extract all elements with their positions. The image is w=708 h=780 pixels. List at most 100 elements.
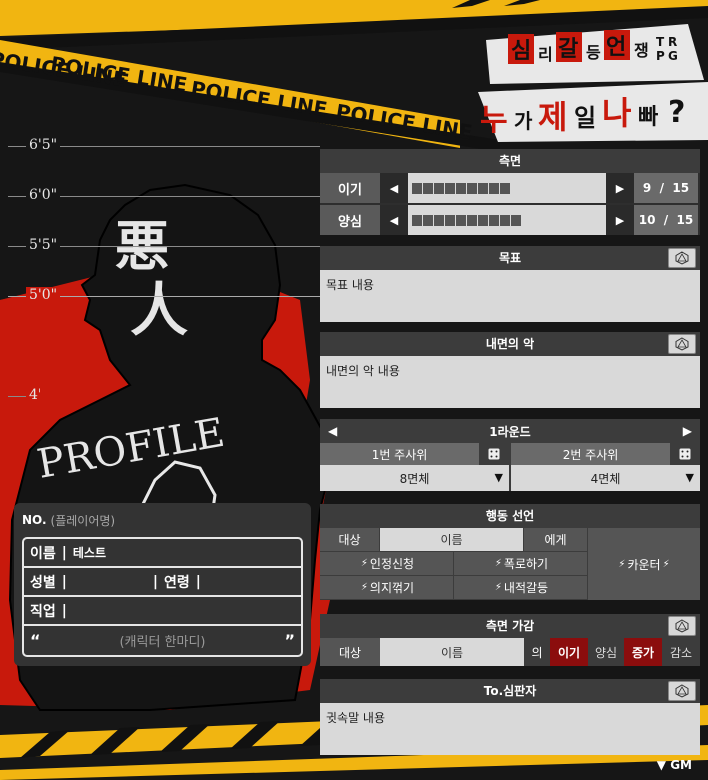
gauge-segment bbox=[456, 214, 466, 226]
goal-panel: 목표 목표 내용 bbox=[320, 246, 700, 322]
gauge-segment bbox=[423, 214, 433, 226]
arrow-right-icon[interactable]: ▶ bbox=[606, 205, 634, 235]
height-label: 4'0" bbox=[26, 387, 40, 403]
bolt-icon: ⚡ bbox=[618, 558, 626, 570]
arrow-right-icon[interactable]: ▶ bbox=[683, 424, 692, 438]
svg-text:제: 제 bbox=[538, 98, 567, 136]
conscience-gauge bbox=[408, 205, 606, 235]
quote-input[interactable]: (캐릭터 한마디) bbox=[119, 631, 205, 650]
height-label: 5'5" bbox=[26, 237, 61, 253]
name-row: 이름 | 테스트 bbox=[24, 539, 301, 568]
dice2-value: 4면체 bbox=[590, 471, 621, 486]
counter-button[interactable]: ⚡ 카운터 ⚡ bbox=[588, 528, 700, 600]
inner-evil-header: 내면의 악 bbox=[320, 332, 700, 356]
svg-text:갈: 갈 bbox=[558, 37, 578, 62]
d20-icon[interactable] bbox=[668, 681, 696, 701]
goal-header: 목표 bbox=[320, 246, 700, 270]
dice1-label: 1번 주사위 bbox=[371, 447, 428, 462]
action-header: 행동 선언 bbox=[320, 504, 700, 528]
judge-header: To.심판자 bbox=[320, 679, 700, 703]
gauge-segment bbox=[423, 182, 433, 194]
gauge-segment bbox=[412, 182, 422, 194]
bolt-icon: ⚡ bbox=[360, 582, 368, 593]
action-panel: 행동 선언 대상 이름 에게 ⚡ 인정신청 ⚡ 폭로하기 ⚡ 의지꺾기 ⚡ 내적갈등 ⚡… bbox=[320, 504, 700, 600]
player-line: NO. (플레이어명) bbox=[22, 509, 303, 531]
name-label: 이름 bbox=[30, 545, 56, 562]
bolt-icon: ⚡ bbox=[494, 558, 502, 569]
expose-button[interactable]: ⚡ 폭로하기 bbox=[454, 552, 588, 576]
gauge-segment bbox=[500, 182, 510, 194]
bolt-icon: ⚡ bbox=[360, 558, 368, 569]
stat-value: 9 / 15 bbox=[634, 173, 698, 203]
gauge-segment bbox=[478, 214, 488, 226]
decrease-option[interactable]: 감소 bbox=[662, 638, 700, 666]
gm-label: GM bbox=[670, 758, 692, 772]
gauge-segment bbox=[434, 214, 444, 226]
gauge-segment bbox=[489, 182, 499, 194]
svg-text:심: 심 bbox=[511, 39, 531, 64]
d20-icon[interactable] bbox=[668, 334, 696, 354]
height-label: 5'0" bbox=[26, 287, 61, 303]
svg-text:빠: 빠 bbox=[638, 105, 658, 130]
game-logo: 심 리 갈 등 언 쟁 T R P G 누 가 제 일 나 빠 ? bbox=[478, 22, 708, 142]
action-target-label: 대상 bbox=[320, 528, 380, 552]
ego-gauge bbox=[408, 173, 606, 203]
dice-grid: 1번 주사위 8면체 ▼ 2번 주사위 4면체 ▼ bbox=[320, 443, 700, 491]
bolt-icon: ⚡ bbox=[494, 582, 502, 593]
gm-toggle[interactable]: ▼ GM bbox=[657, 758, 692, 772]
dice1-select[interactable]: 8면체 ▼ bbox=[320, 465, 509, 491]
profile-card: NO. (플레이어명) 이름 | 테스트 성별 | | 연령 | 직업 | “ … bbox=[14, 503, 311, 666]
dice2-select[interactable]: 4면체 ▼ bbox=[511, 465, 700, 491]
round-title: 1라운드 bbox=[489, 424, 531, 439]
arrow-left-icon[interactable]: ◀ bbox=[380, 205, 408, 235]
goal-content[interactable]: 목표 내용 bbox=[320, 270, 700, 322]
increase-option[interactable]: 증가 bbox=[624, 638, 662, 666]
aspect-title: 측면 bbox=[498, 154, 522, 168]
inner-evil-title: 내면의 악 bbox=[485, 337, 535, 351]
stat-label: 이기 bbox=[320, 173, 380, 203]
svg-text:쟁: 쟁 bbox=[634, 41, 649, 60]
gender-label: 성별 bbox=[30, 574, 56, 591]
kanji-text: 人 bbox=[130, 276, 188, 344]
adjust-target-input[interactable]: 이름 bbox=[380, 638, 524, 666]
job-row: 직업 | bbox=[24, 597, 301, 626]
inner-evil-content[interactable]: 내면의 악 내용 bbox=[320, 356, 700, 408]
dice2-header: 2번 주사위 bbox=[511, 443, 700, 465]
close-quote: ” bbox=[284, 631, 295, 650]
recognition-button[interactable]: ⚡ 인정신청 bbox=[320, 552, 454, 576]
dice-icon[interactable] bbox=[479, 443, 509, 465]
judge-title: To.심판자 bbox=[483, 684, 537, 698]
aspect-header: 측면 bbox=[320, 149, 700, 173]
dice1-header: 1번 주사위 bbox=[320, 443, 509, 465]
bolt-icon: ⚡ bbox=[662, 558, 670, 570]
gauge-segment bbox=[467, 214, 477, 226]
svg-text:G: G bbox=[668, 49, 678, 63]
arrow-left-icon[interactable]: ◀ bbox=[328, 424, 337, 438]
judge-panel: To.심판자 귓속말 내용 bbox=[320, 679, 700, 755]
stat-value: 10 / 15 bbox=[634, 205, 698, 235]
whisper-content[interactable]: 귓속말 내용 bbox=[320, 703, 700, 755]
svg-text:누: 누 bbox=[480, 103, 508, 138]
arrow-left-icon[interactable]: ◀ bbox=[380, 173, 408, 203]
dice-icon[interactable] bbox=[670, 443, 700, 465]
svg-text:R: R bbox=[668, 35, 677, 49]
name-input[interactable]: 테스트 bbox=[73, 544, 106, 561]
adjust-conscience-option[interactable]: 양심 bbox=[588, 638, 624, 666]
inner-conflict-button[interactable]: ⚡ 내적갈등 bbox=[454, 576, 588, 600]
stat-row-conscience: 양심 ◀ ▶ 10 / 15 bbox=[320, 205, 700, 235]
aspect-panel: 측면 이기 ◀ ▶ 9 / 15 양심 ◀ ▶ 10 / 15 bbox=[320, 149, 700, 235]
triangle-down-icon: ▼ bbox=[656, 758, 667, 772]
round-header: ◀ 1라운드 ▶ bbox=[320, 419, 700, 443]
action-target-input[interactable]: 이름 bbox=[380, 528, 524, 552]
adjust-of-label: 의 bbox=[524, 638, 550, 666]
arrow-right-icon[interactable]: ▶ bbox=[606, 173, 634, 203]
d20-icon[interactable] bbox=[668, 248, 696, 268]
gauge-segment bbox=[511, 214, 521, 226]
break-will-button[interactable]: ⚡ 의지꺾기 bbox=[320, 576, 454, 600]
svg-text:T: T bbox=[656, 35, 665, 49]
player-name-input[interactable]: (플레이어명) bbox=[51, 512, 116, 529]
gauge-segment bbox=[445, 182, 455, 194]
action-title: 행동 선언 bbox=[485, 509, 535, 523]
d20-icon[interactable] bbox=[668, 616, 696, 636]
adjust-ego-option[interactable]: 이기 bbox=[550, 638, 588, 666]
